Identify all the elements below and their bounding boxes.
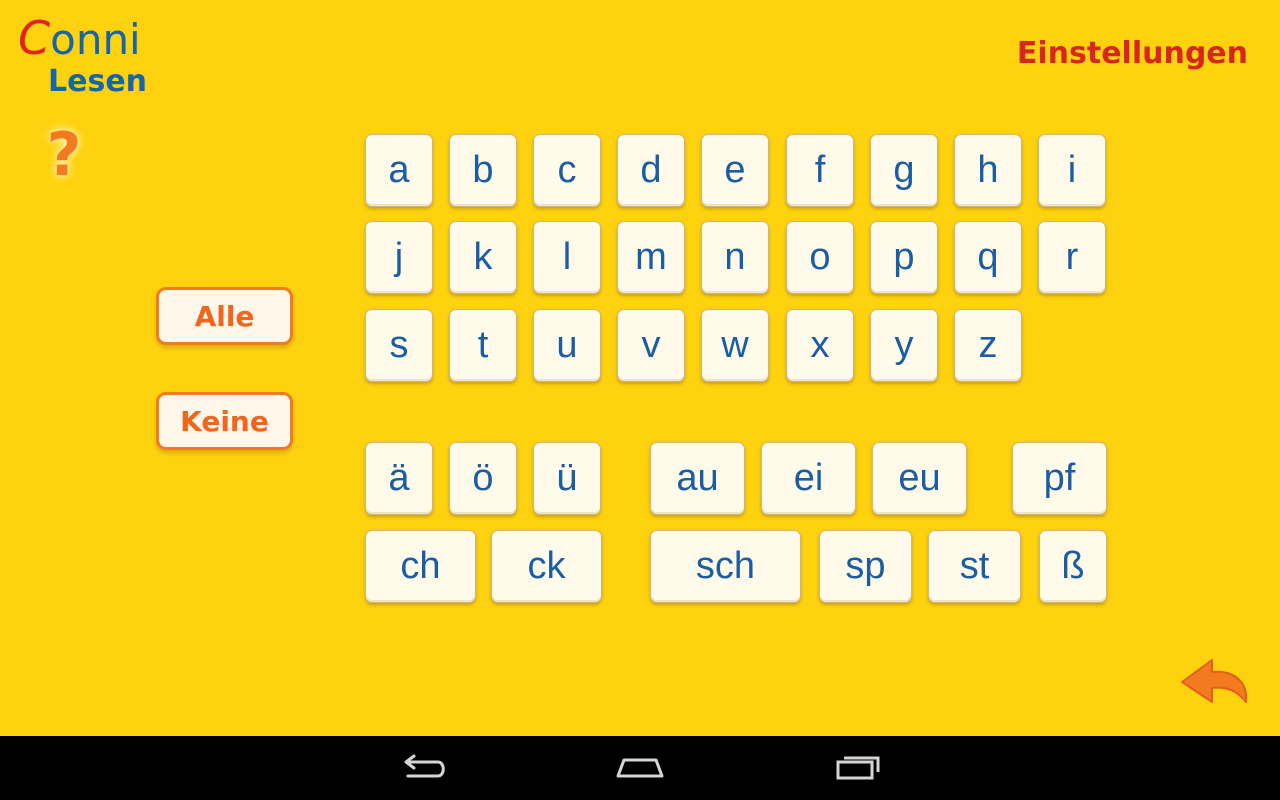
letter-key-a[interactable]: a xyxy=(365,134,433,207)
letter-key-sp[interactable]: sp xyxy=(819,530,912,603)
logo-letter-c: C xyxy=(18,11,51,65)
letter-key-st[interactable]: st xyxy=(928,530,1021,603)
letter-key-l[interactable]: l xyxy=(533,221,601,294)
letter-key-i[interactable]: i xyxy=(1038,134,1106,207)
letter-key-d[interactable]: d xyxy=(617,134,685,207)
letter-key-f[interactable]: f xyxy=(786,134,854,207)
conni-lesen-logo: Conni Lesen xyxy=(16,14,148,104)
letter-key-t[interactable]: t xyxy=(449,309,517,382)
logo-line-2: Lesen xyxy=(48,64,148,99)
letter-key-pf[interactable]: pf xyxy=(1012,442,1107,515)
letter-key-r[interactable]: r xyxy=(1038,221,1106,294)
letter-key-b[interactable]: b xyxy=(449,134,517,207)
letter-key-a-umlaut[interactable]: ä xyxy=(365,442,433,515)
letter-key-au[interactable]: au xyxy=(650,442,745,515)
letter-key-z[interactable]: z xyxy=(954,309,1022,382)
letter-key-w[interactable]: w xyxy=(701,309,769,382)
letter-key-u[interactable]: u xyxy=(533,309,601,382)
letter-key-q[interactable]: q xyxy=(954,221,1022,294)
letter-key-p[interactable]: p xyxy=(870,221,938,294)
letter-key-c[interactable]: c xyxy=(533,134,601,207)
question-mark-icon: ? xyxy=(46,120,82,190)
help-button[interactable]: ? xyxy=(34,118,94,192)
app-screen: Conni Lesen ? Einstellungen Alle Keine a… xyxy=(0,0,1280,736)
back-arrow-icon[interactable] xyxy=(1176,650,1256,710)
letter-key-k[interactable]: k xyxy=(449,221,517,294)
letter-key-ei[interactable]: ei xyxy=(761,442,856,515)
nav-back-icon[interactable] xyxy=(394,748,454,788)
letter-key-x[interactable]: x xyxy=(786,309,854,382)
letter-key-u-umlaut[interactable]: ü xyxy=(533,442,601,515)
nav-home-icon[interactable] xyxy=(610,748,670,788)
letter-key-y[interactable]: y xyxy=(870,309,938,382)
letter-key-eu[interactable]: eu xyxy=(872,442,967,515)
nav-recents-icon[interactable] xyxy=(828,748,888,788)
letter-key-ck[interactable]: ck xyxy=(491,530,602,603)
letter-key-o-umlaut[interactable]: ö xyxy=(449,442,517,515)
letter-key-n[interactable]: n xyxy=(701,221,769,294)
letter-key-j[interactable]: j xyxy=(365,221,433,294)
letter-key-sharp-s[interactable]: ß xyxy=(1039,530,1107,603)
letter-key-s[interactable]: s xyxy=(365,309,433,382)
letter-key-v[interactable]: v xyxy=(617,309,685,382)
settings-link[interactable]: Einstellungen xyxy=(1017,36,1248,71)
select-none-button[interactable]: Keine xyxy=(156,392,293,450)
letter-key-h[interactable]: h xyxy=(954,134,1022,207)
logo-word-onni: onni xyxy=(50,15,141,64)
android-navigation-bar xyxy=(0,736,1280,800)
letter-key-m[interactable]: m xyxy=(617,221,685,294)
letter-key-o[interactable]: o xyxy=(786,221,854,294)
letter-key-ch[interactable]: ch xyxy=(365,530,476,603)
select-all-button[interactable]: Alle xyxy=(156,287,293,345)
letter-key-g[interactable]: g xyxy=(870,134,938,207)
logo-line-1: Conni xyxy=(18,14,141,64)
letter-key-e[interactable]: e xyxy=(701,134,769,207)
letter-key-sch[interactable]: sch xyxy=(650,530,801,603)
